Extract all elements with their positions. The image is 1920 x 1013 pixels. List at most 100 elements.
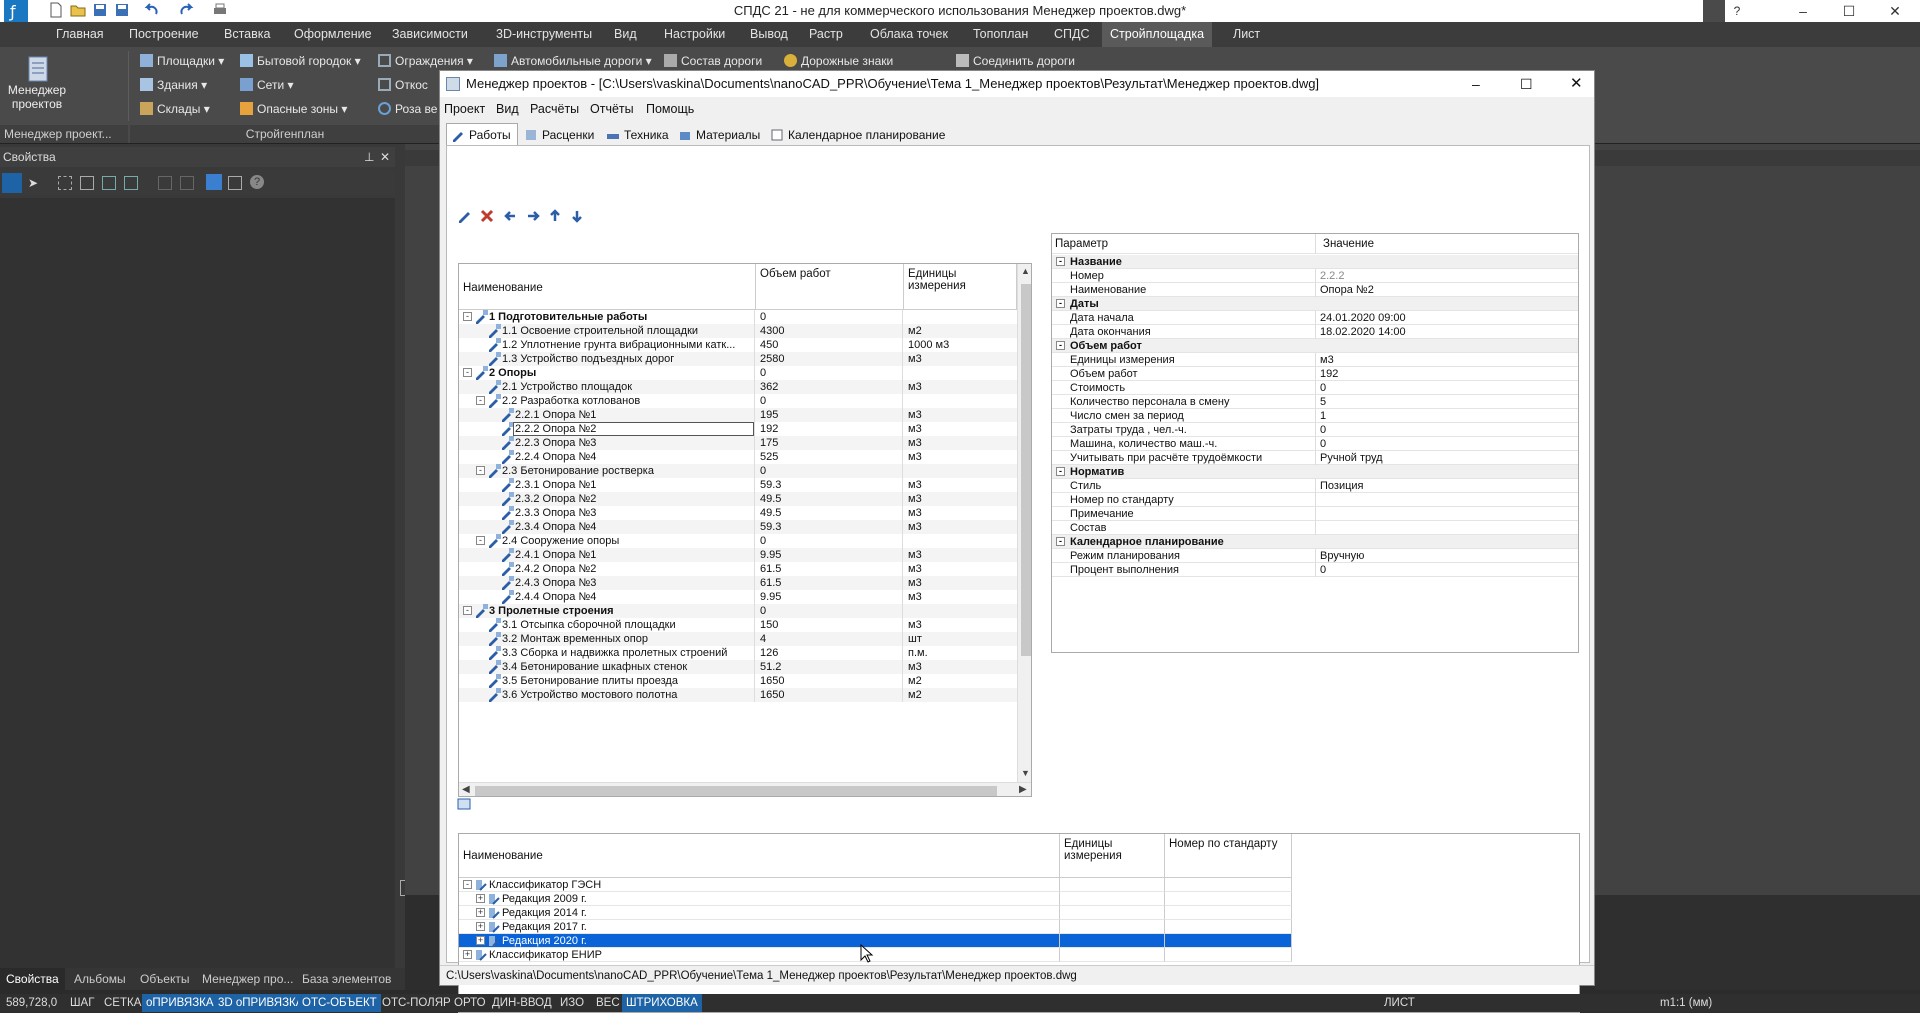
scale-indicator[interactable]: m1:1 (мм) <box>1656 994 1716 1012</box>
table-row[interactable]: 3.3 Сборка и надвижка пролетных строений… <box>459 646 1031 660</box>
classifier-units-cell[interactable] <box>1060 920 1165 934</box>
table-row[interactable]: 2.4.4 Опора №4 9.95 м3 <box>459 590 1031 604</box>
work-name-cell[interactable]: - 1 Подготовительные работы <box>459 310 755 324</box>
collapse-toggle-icon[interactable]: - <box>1056 537 1065 546</box>
property-row[interactable]: Режим планирования Вручную <box>1052 549 1578 563</box>
status-toggle-0[interactable]: ШАГ <box>66 994 98 1012</box>
work-volume-cell[interactable]: 61.5 <box>756 562 903 576</box>
work-name-cell[interactable]: 3.6 Устройство мостового полотна <box>459 688 755 702</box>
work-unit-cell[interactable]: м2 <box>904 324 1018 338</box>
minimize-button[interactable]: – <box>1780 0 1826 22</box>
work-unit-cell[interactable]: м3 <box>904 506 1018 520</box>
tab-construction-site[interactable]: Стройплощадка <box>1102 22 1213 47</box>
work-unit-cell[interactable]: м3 <box>904 352 1018 366</box>
maximize-button[interactable]: ☐ <box>1826 0 1872 22</box>
group-icon[interactable] <box>102 176 116 190</box>
classifier-name-cell[interactable]: + Редакция 2009 г. <box>459 892 1060 906</box>
classifier-units-cell[interactable] <box>1060 892 1165 906</box>
tab-objects[interactable]: Объекты <box>134 968 196 990</box>
property-value[interactable]: 5 <box>1317 395 1578 409</box>
work-volume-cell[interactable]: 192 <box>756 422 903 436</box>
work-unit-cell[interactable]: м2 <box>904 674 1018 688</box>
table-row[interactable]: 2.2.2 Опора №2 192 м3 <box>459 422 1031 436</box>
table-row[interactable]: 3.2 Монтаж временных опор 4 шт <box>459 632 1031 646</box>
property-value[interactable]: 0 <box>1317 423 1578 437</box>
close-button[interactable]: ✕ <box>1872 0 1918 22</box>
work-name-cell[interactable]: 2.3.4 Опора №4 <box>459 520 755 534</box>
tab-point-clouds[interactable]: Облака точек <box>862 22 956 47</box>
table-row[interactable]: 1.2 Уплотнение грунта вибрационными катк… <box>459 338 1031 352</box>
property-value[interactable] <box>1317 521 1578 535</box>
property-value[interactable] <box>1317 507 1578 521</box>
tab-properties[interactable]: Свойства <box>0 968 65 990</box>
classifier-standard-cell[interactable] <box>1165 920 1292 934</box>
toggle-pickadd-icon[interactable] <box>206 174 222 190</box>
work-volume-cell[interactable]: 195 <box>756 408 903 422</box>
status-toggle-2[interactable]: оПРИВЯЗКА <box>142 994 218 1012</box>
dialog-close-button[interactable]: ✕ <box>1570 71 1583 97</box>
work-volume-cell[interactable]: 59.3 <box>756 520 903 534</box>
scroll-thumb[interactable] <box>1021 284 1031 656</box>
work-volume-cell[interactable]: 49.5 <box>756 492 903 506</box>
property-row[interactable]: Дата окончания 18.02.2020 14:00 <box>1052 325 1578 339</box>
table-row[interactable]: 2.2.1 Опора №1 195 м3 <box>459 408 1031 422</box>
expand-toggle-icon[interactable]: - <box>463 880 472 889</box>
work-volume-cell[interactable]: 4300 <box>756 324 903 338</box>
property-row[interactable]: Процент выполнения 0 <box>1052 563 1578 577</box>
work-volume-cell[interactable]: 59.3 <box>756 478 903 492</box>
work-unit-cell[interactable]: м3 <box>904 618 1018 632</box>
work-volume-cell[interactable]: 0 <box>756 310 903 324</box>
arrow-right-icon[interactable] <box>525 208 541 224</box>
work-volume-cell[interactable]: 0 <box>756 366 903 380</box>
table-row[interactable]: - 1 Подготовительные работы 0 <box>459 310 1031 324</box>
expand-toggle-icon[interactable]: + <box>476 922 485 931</box>
work-name-cell[interactable]: 3.4 Бетонирование шкафных стенок <box>459 660 755 674</box>
sites-button[interactable]: Площадки ▾ <box>140 51 224 71</box>
work-volume-cell[interactable]: 0 <box>756 394 903 408</box>
work-volume-cell[interactable]: 150 <box>756 618 903 632</box>
work-name-cell[interactable]: 2.2.3 Опора №3 <box>459 436 755 450</box>
hscroll-thumb[interactable] <box>475 786 997 796</box>
work-volume-cell[interactable]: 0 <box>756 464 903 478</box>
status-toggle-4[interactable]: ОТС-ОБЪЕКТ <box>298 994 381 1012</box>
classifier-units-cell[interactable] <box>1060 948 1165 962</box>
buildings-button[interactable]: Здания ▾ <box>140 75 207 95</box>
work-name-cell[interactable]: 2.3.3 Опора №3 <box>459 506 755 520</box>
table-row[interactable]: 2.2.3 Опора №3 175 м3 <box>459 436 1031 450</box>
table-row[interactable]: 2.4.2 Опора №2 61.5 м3 <box>459 562 1031 576</box>
table-row[interactable]: 3.5 Бетонирование плиты проезда 1650 м2 <box>459 674 1031 688</box>
warehouses-button[interactable]: Склады ▾ <box>140 99 210 119</box>
status-toggle-3[interactable]: 3D оПРИВЯЗКА <box>214 994 308 1012</box>
tab-works[interactable]: Работы <box>446 123 518 145</box>
property-value[interactable]: 1 <box>1317 409 1578 423</box>
table-row[interactable]: 2.3.3 Опора №3 49.5 м3 <box>459 506 1031 520</box>
help-circle-icon[interactable]: ? <box>250 175 264 189</box>
cursor-icon[interactable]: ➤ <box>28 176 40 190</box>
tab-albums[interactable]: Альбомы <box>68 968 132 990</box>
work-unit-cell[interactable] <box>904 534 1018 548</box>
classifier-name-cell[interactable]: + Редакция 2014 г. <box>459 906 1060 920</box>
col-header-standard-number[interactable]: Номер по стандарту <box>1165 834 1292 878</box>
collapse-toggle-icon[interactable]: - <box>1056 341 1065 350</box>
menu-help[interactable]: Помощь <box>646 99 694 119</box>
property-value[interactable]: 24.01.2020 09:00 <box>1317 311 1578 325</box>
work-unit-cell[interactable]: 1000 м3 <box>904 338 1018 352</box>
work-volume-cell[interactable]: 1650 <box>756 674 903 688</box>
tab-build[interactable]: Построение <box>121 22 207 47</box>
work-unit-cell[interactable]: шт <box>904 632 1018 646</box>
table-row[interactable]: 3.4 Бетонирование шкафных стенок 51.2 м3 <box>459 660 1031 674</box>
work-volume-cell[interactable]: 450 <box>756 338 903 352</box>
work-unit-cell[interactable]: м3 <box>904 408 1018 422</box>
scroll-left-arrow[interactable]: ◀ <box>462 784 470 795</box>
deselect-icon[interactable] <box>228 176 242 190</box>
table-row[interactable]: 2.4.1 Опора №1 9.95 м3 <box>459 548 1031 562</box>
classifier-row[interactable]: - Классификатор ГЭСН <box>459 878 1319 892</box>
classifier-units-cell[interactable] <box>1060 906 1165 920</box>
dialog-maximize-button[interactable]: ☐ <box>1520 71 1533 97</box>
work-volume-cell[interactable]: 362 <box>756 380 903 394</box>
table-row[interactable]: - 2.2 Разработка котлованов 0 <box>459 394 1031 408</box>
work-name-cell[interactable]: 3.3 Сборка и надвижка пролетных строений <box>459 646 755 660</box>
work-unit-cell[interactable] <box>904 366 1018 380</box>
tab-sheet[interactable]: Лист <box>1225 22 1268 47</box>
slope-button[interactable]: Откос <box>378 75 428 95</box>
